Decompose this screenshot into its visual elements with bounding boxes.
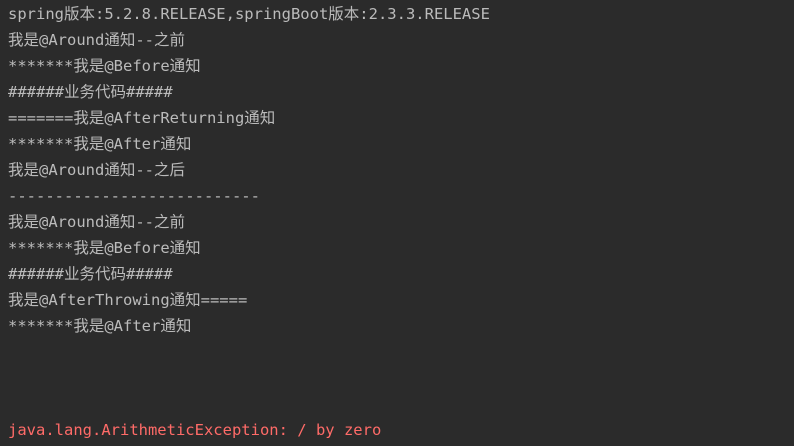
console-line-business-2: ######业务代码##### [8, 265, 173, 283]
console-line-around-before-2: 我是@Around通知--之前 [8, 213, 185, 231]
console-line-after-returning: =======我是@AfterReturning通知 [8, 109, 276, 127]
console-line-separator: --------------------------- [8, 187, 260, 205]
console-output[interactable]: spring版本:5.2.8.RELEASE,springBoot版本:2.3.… [0, 0, 794, 446]
console-line-business: ######业务代码##### [8, 83, 173, 101]
console-line-after-2: *******我是@After通知 [8, 317, 192, 335]
console-line-before: *******我是@Before通知 [8, 57, 201, 75]
console-line-around-before: 我是@Around通知--之前 [8, 31, 185, 49]
console-line-before-2: *******我是@Before通知 [8, 239, 201, 257]
console-line-after: *******我是@After通知 [8, 135, 192, 153]
console-line-version: spring版本:5.2.8.RELEASE,springBoot版本:2.3.… [8, 5, 490, 23]
console-line-around-after: 我是@Around通知--之后 [8, 161, 185, 179]
console-error-line: java.lang.ArithmeticException: / by zero [8, 421, 382, 439]
console-line-after-throwing: 我是@AfterThrowing通知===== [8, 291, 248, 309]
